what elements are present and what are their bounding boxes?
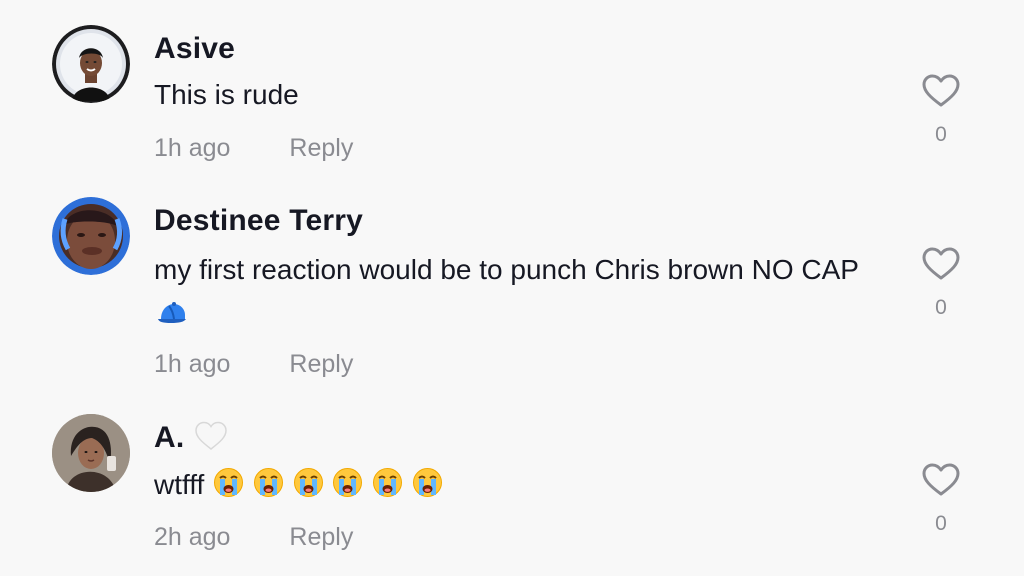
reply-button[interactable]: Reply — [289, 349, 353, 379]
comment-meta: 2h ago Reply — [154, 522, 353, 552]
avatar-image — [52, 197, 130, 275]
comment-time: 1h ago — [154, 350, 231, 378]
loudly-crying-face-emoji — [253, 467, 284, 510]
comment-text: wtfff — [154, 464, 894, 510]
comment-item: A. wtfff 2h ago Reply 0 — [0, 0, 1024, 551]
comment-text-content: my first reaction would be to punch Chri… — [154, 254, 859, 285]
avatar[interactable] — [52, 197, 130, 275]
loudly-crying-face-emoji — [372, 467, 403, 510]
reply-button[interactable]: Reply — [289, 522, 353, 552]
loudly-crying-face-emoji — [332, 467, 363, 510]
heart-icon — [922, 463, 960, 496]
white-heart-emoji — [194, 420, 228, 460]
blue-cap-emoji — [155, 295, 187, 337]
avatar-image — [52, 414, 130, 492]
avatar[interactable] — [52, 414, 130, 492]
comment-text: my first reaction would be to punch Chri… — [154, 249, 894, 337]
loudly-crying-face-emoji — [412, 467, 443, 510]
comment-username-text: A. — [154, 421, 185, 454]
like-button[interactable]: 0 — [918, 246, 964, 320]
loudly-crying-face-emoji — [293, 467, 324, 510]
comment-meta: 1h ago Reply — [154, 349, 353, 379]
like-button[interactable]: 0 — [918, 462, 964, 536]
comment-username[interactable]: Destinee Terry — [154, 203, 363, 239]
like-count: 0 — [935, 296, 947, 319]
comment-time: 2h ago — [154, 523, 231, 551]
heart-icon — [922, 247, 960, 280]
comment-username[interactable]: A. — [154, 420, 228, 460]
loudly-crying-face-emoji — [213, 467, 244, 510]
comment-text-content: wtfff — [154, 469, 205, 500]
like-count: 0 — [935, 512, 947, 535]
